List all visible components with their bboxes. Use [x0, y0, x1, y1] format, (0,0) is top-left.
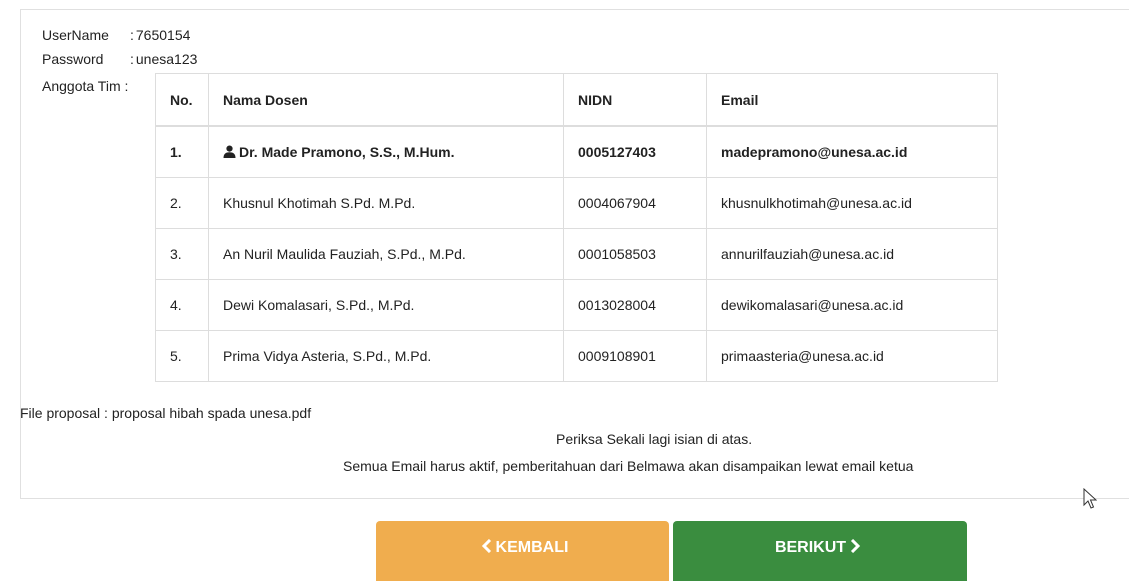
table-header-row: No. Nama Dosen NIDN Email [155, 73, 998, 127]
username-label: UserName [42, 27, 109, 43]
row-email: khusnulkhotimah@unesa.ac.id [706, 177, 998, 229]
team-members-table: No. Nama Dosen NIDN Email 1. Dr. Made Pr… [155, 73, 998, 382]
username-value: 7650154 [135, 27, 191, 43]
table-row: 1. Dr. Made Pramono, S.S., M.Hum. 000512… [155, 125, 998, 178]
row-nidn: 0001058503 [563, 228, 707, 280]
row-no: 4. [155, 279, 209, 331]
row-name: Dewi Komalasari, S.Pd., M.Pd. [208, 279, 564, 331]
proposal-filename: proposal hibah spada unesa.pdf [111, 405, 312, 421]
email-note: Semua Email harus aktif, pemberitahuan d… [343, 458, 914, 474]
password-label: Password [42, 51, 104, 67]
team-label: Anggota Tim : [42, 78, 129, 94]
row-name: Khusnul Khotimah S.Pd. M.Pd. [208, 177, 564, 229]
row-email: primaasteria@unesa.ac.id [706, 330, 998, 382]
row-no: 1. [155, 125, 209, 178]
row-name: Dr. Made Pramono, S.S., M.Hum. [208, 125, 564, 178]
row-nidn: 0009108901 [563, 330, 707, 382]
back-button[interactable]: KEMBALI [376, 521, 669, 581]
next-button[interactable]: BERIKUT [673, 521, 967, 581]
chevron-left-icon [481, 538, 492, 557]
next-button-label: BERIKUT [774, 539, 847, 556]
row-no: 2. [155, 177, 209, 229]
row-no: 5. [155, 330, 209, 382]
table-row: 5. Prima Vidya Asteria, S.Pd., M.Pd. 000… [155, 330, 998, 382]
table-row: 2. Khusnul Khotimah S.Pd. M.Pd. 00040679… [155, 177, 998, 229]
password-row: Password: unesa123 [42, 51, 198, 67]
username-row: UserName:7650154 [42, 27, 191, 43]
header-no: No. [155, 73, 209, 127]
row-email: annurilfauziah@unesa.ac.id [706, 228, 998, 280]
row-nidn: 0004067904 [563, 177, 707, 229]
row-no: 3. [155, 228, 209, 280]
row-email: madepramono@unesa.ac.id [706, 125, 998, 178]
row-nidn: 0013028004 [563, 279, 707, 331]
user-icon [223, 145, 236, 161]
table-row: 3. An Nuril Maulida Fauziah, S.Pd., M.Pd… [155, 228, 998, 280]
mouse-pointer-icon [1083, 487, 1098, 513]
leader-name: Dr. Made Pramono, S.S., M.Hum. [239, 143, 455, 160]
table-row: 4. Dewi Komalasari, S.Pd., M.Pd. 0013028… [155, 279, 998, 331]
proposal-label: File proposal : [20, 405, 108, 421]
row-name: Prima Vidya Asteria, S.Pd., M.Pd. [208, 330, 564, 382]
header-email: Email [706, 73, 998, 127]
row-email: dewikomalasari@unesa.ac.id [706, 279, 998, 331]
header-nidn: NIDN [563, 73, 707, 127]
chevron-right-icon [850, 538, 861, 557]
proposal-row: File proposal : proposal hibah spada une… [20, 405, 311, 421]
row-name: An Nuril Maulida Fauziah, S.Pd., M.Pd. [208, 228, 564, 280]
header-nama-dosen: Nama Dosen [208, 73, 564, 127]
back-button-label: KEMBALI [495, 539, 569, 556]
review-note: Periksa Sekali lagi isian di atas. [556, 431, 753, 447]
row-nidn: 0005127403 [563, 125, 707, 178]
password-value: unesa123 [135, 51, 198, 67]
